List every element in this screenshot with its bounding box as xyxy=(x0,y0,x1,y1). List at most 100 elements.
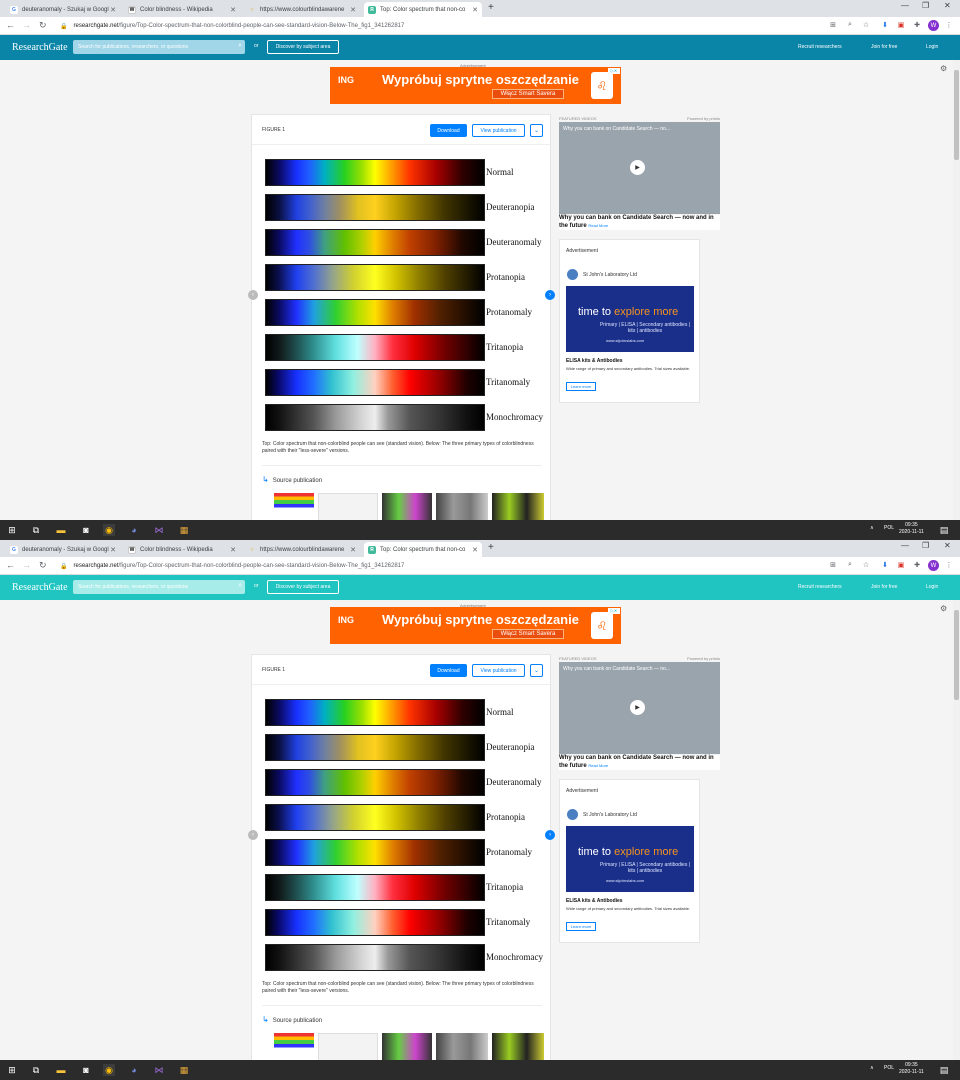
sidebar-ad-card[interactable]: Advertisement St John's Laboratory Ltd t… xyxy=(559,239,700,403)
reload-icon[interactable]: ↻ xyxy=(39,20,47,31)
restore-icon[interactable]: ❐ xyxy=(922,541,929,550)
learn-more-button[interactable]: Learn more xyxy=(566,922,596,931)
thumbnail[interactable] xyxy=(382,1033,432,1063)
ad-image[interactable]: time to explore more Primary | ELISA | S… xyxy=(566,826,694,892)
tab-close-icon[interactable]: ✕ xyxy=(110,6,116,14)
view-publication-button[interactable]: View publication xyxy=(472,664,525,677)
back-icon[interactable]: ← xyxy=(6,20,15,30)
ing-ad-banner[interactable]: ING Wypróbuj sprytne oszczędzanie Włącz … xyxy=(330,607,621,644)
read-more-link[interactable]: Read More xyxy=(588,223,608,228)
video-caption[interactable]: Why you can bank on Candidate Search — n… xyxy=(559,215,720,230)
view-publication-button[interactable]: View publication xyxy=(472,124,525,137)
restore-icon[interactable]: ❐ xyxy=(922,1,929,10)
download-icon[interactable]: ⬇ xyxy=(880,560,890,570)
reload-icon[interactable]: ↻ xyxy=(39,560,47,571)
search-icon[interactable]: ⌕ xyxy=(238,42,242,50)
profile-avatar[interactable]: W xyxy=(928,20,939,31)
thumbnail[interactable] xyxy=(436,1033,488,1063)
star-icon[interactable]: ☆ xyxy=(861,20,871,30)
discord-icon[interactable]: ◕ xyxy=(128,1064,140,1076)
new-tab-icon[interactable]: + xyxy=(488,542,494,553)
discover-button[interactable]: Discover by subject area xyxy=(267,580,339,594)
clock[interactable]: 09:35 2020-11-11 xyxy=(899,522,924,536)
prev-figure-icon[interactable]: ‹ xyxy=(248,290,258,300)
sidebar-ad-card[interactable]: Advertisement St John's Laboratory Ltd t… xyxy=(559,779,700,943)
translate-icon[interactable]: ⊞ xyxy=(828,560,838,570)
close-window-icon[interactable]: ✕ xyxy=(944,1,951,10)
tray-chevron-icon[interactable]: ∧ xyxy=(870,525,874,531)
file-explorer-icon[interactable]: ▬ xyxy=(55,524,67,536)
pdf-icon[interactable]: ▣ xyxy=(896,20,906,30)
adchoices-icon[interactable]: ▷✕ xyxy=(608,68,620,74)
page-scrollbar[interactable] xyxy=(953,60,960,520)
profile-avatar[interactable]: W xyxy=(928,560,939,571)
tab-close-icon[interactable]: ✕ xyxy=(230,546,236,554)
video-caption[interactable]: Why you can bank on Candidate Search — n… xyxy=(559,755,720,770)
ad-cta-button[interactable]: Włącz Smart Savera xyxy=(492,629,564,639)
thumbnail[interactable] xyxy=(436,493,488,523)
recruit-link[interactable]: Recruit researchers xyxy=(798,584,842,590)
source-publication[interactable]: ↳ Source publication xyxy=(262,1015,322,1024)
source-publication[interactable]: ↳ Source publication xyxy=(262,475,322,484)
close-window-icon[interactable]: ✕ xyxy=(944,541,951,550)
extensions-icon[interactable]: ✚ xyxy=(912,560,922,570)
prev-figure-icon[interactable]: ‹ xyxy=(248,830,258,840)
source-thumbnails[interactable] xyxy=(274,1033,544,1063)
featured-video[interactable]: FEATURED VIDEOS Powered by primis Why yo… xyxy=(559,116,720,231)
address-bar[interactable]: 🔒 researchgate.net/figure/Top-Color-spec… xyxy=(60,560,820,572)
page-scrollbar[interactable] xyxy=(953,600,960,1060)
join-link[interactable]: Join for free xyxy=(871,44,897,50)
ad-cta-button[interactable]: Włącz Smart Savera xyxy=(492,89,564,99)
task-view-icon[interactable]: ⧉ xyxy=(30,1064,42,1076)
search-input[interactable]: Search for publications, researchers, or… xyxy=(73,40,245,54)
minimize-icon[interactable]: — xyxy=(901,1,909,10)
back-icon[interactable]: ← xyxy=(6,560,15,570)
task-view-icon[interactable]: ⧉ xyxy=(30,524,42,536)
windows-start-icon[interactable]: ⊞ xyxy=(6,524,18,536)
play-icon[interactable]: ▶ xyxy=(630,700,645,715)
download-button[interactable]: Download xyxy=(430,664,467,677)
thumbnail[interactable] xyxy=(274,493,314,523)
ad-company[interactable]: St John's Laboratory Ltd xyxy=(583,272,637,278)
browser-tab-active[interactable]: R Top: Color spectrum that non-co ✕ xyxy=(364,2,482,17)
thumbnail[interactable] xyxy=(492,1033,544,1063)
browser-tab-active[interactable]: R Top: Color spectrum that non-co ✕ xyxy=(364,542,482,557)
login-link[interactable]: Login xyxy=(926,584,938,590)
forward-icon[interactable]: → xyxy=(22,560,31,570)
zoom-icon[interactable]: ⌕ xyxy=(845,560,855,570)
tray-chevron-icon[interactable]: ∧ xyxy=(870,1065,874,1071)
next-figure-icon[interactable]: › xyxy=(545,830,555,840)
tab-close-icon[interactable]: ✕ xyxy=(350,546,356,554)
discord-icon[interactable]: ◕ xyxy=(128,524,140,536)
forward-icon[interactable]: → xyxy=(22,20,31,30)
ad-image[interactable]: time to explore more Primary | ELISA | S… xyxy=(566,286,694,352)
tab-close-icon[interactable]: ✕ xyxy=(230,6,236,14)
translate-icon[interactable]: ⊞ xyxy=(828,20,838,30)
scrollbar-thumb[interactable] xyxy=(954,70,959,160)
address-bar[interactable]: 🔒 researchgate.net/figure/Top-Color-spec… xyxy=(60,20,820,32)
visual-studio-icon[interactable]: ⋈ xyxy=(153,524,165,536)
clock[interactable]: 09:35 2020-11-11 xyxy=(899,1062,924,1076)
menu-icon[interactable]: ⋮ xyxy=(944,560,954,570)
video-thumbnail[interactable]: Why you can bank on Candidate Search — n… xyxy=(559,662,720,754)
gear-icon[interactable]: ⚙ xyxy=(940,604,947,613)
notifications-icon[interactable]: ▤ xyxy=(938,524,950,536)
next-figure-icon[interactable]: › xyxy=(545,290,555,300)
notifications-icon[interactable]: ▤ xyxy=(938,1064,950,1076)
app-icon[interactable]: ▦ xyxy=(178,1064,190,1076)
browser-tab[interactable]: W Color blindness - Wikipedia ✕ xyxy=(124,2,240,17)
thumbnail[interactable] xyxy=(492,493,544,523)
browser-tab[interactable]: W Color blindness - Wikipedia ✕ xyxy=(124,542,240,557)
source-thumbnails[interactable] xyxy=(274,493,544,523)
file-explorer-icon[interactable]: ▬ xyxy=(55,1064,67,1076)
browser-tab[interactable]: ☆ https://www.colourblindawarene ✕ xyxy=(244,2,360,17)
star-icon[interactable]: ☆ xyxy=(861,560,871,570)
browser-tab[interactable]: G deuteranomaly - Szukaj w Googl ✕ xyxy=(6,542,120,557)
chevron-down-icon[interactable]: ⌄ xyxy=(530,664,543,677)
tab-close-icon[interactable]: ✕ xyxy=(350,6,356,14)
new-tab-icon[interactable]: + xyxy=(488,2,494,13)
search-icon[interactable]: ⌕ xyxy=(238,582,242,590)
learn-more-button[interactable]: Learn more xyxy=(566,382,596,391)
scrollbar-thumb[interactable] xyxy=(954,610,959,700)
adchoices-icon[interactable]: ▷✕ xyxy=(608,608,620,614)
